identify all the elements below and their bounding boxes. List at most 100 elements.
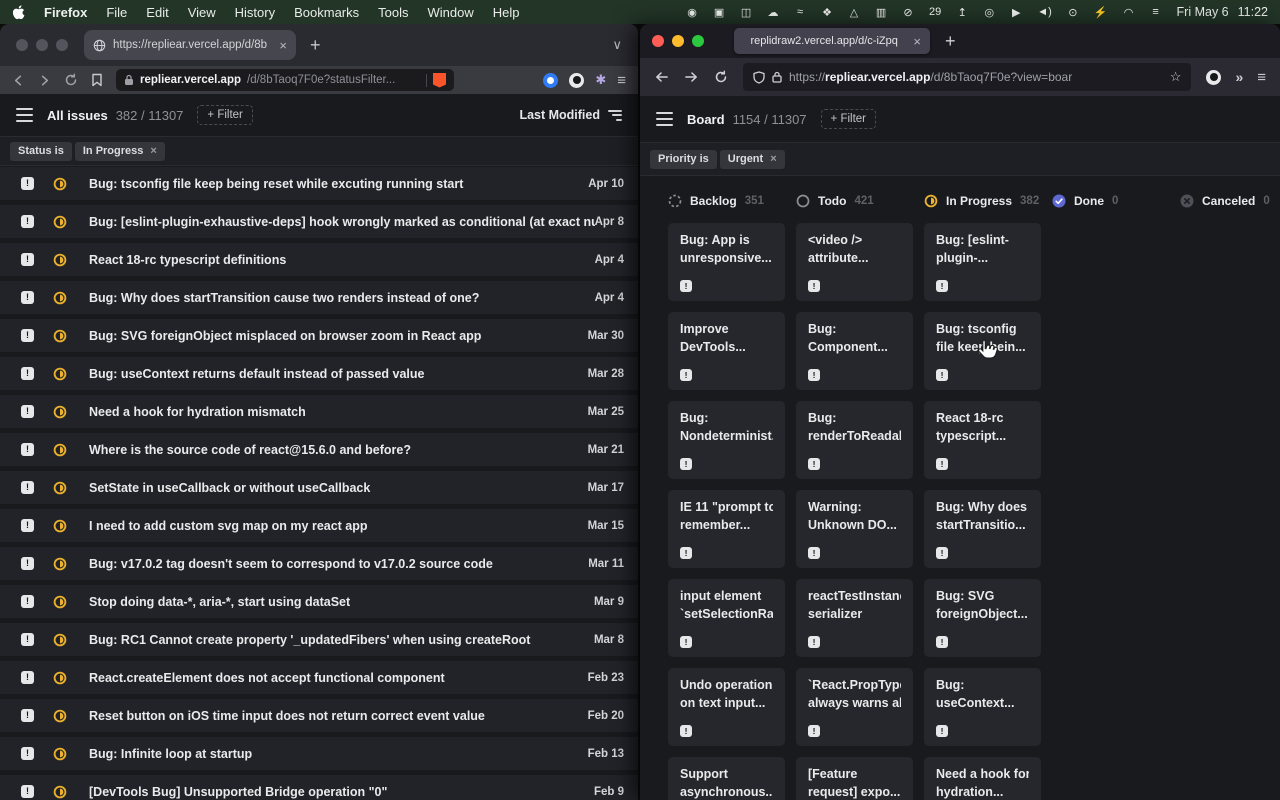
minimize-window-button[interactable] [672, 35, 684, 47]
power-icon[interactable]: ◎ [983, 6, 995, 19]
display-icon[interactable]: ▣ [713, 6, 725, 19]
status-in-progress-icon[interactable] [53, 747, 67, 761]
priority-urgent-icon[interactable]: ! [936, 547, 948, 559]
issue-card[interactable]: Support asynchronous... ! [668, 757, 785, 800]
issue-row[interactable]: ! [DevTools Bug] Unsupported Bridge oper… [0, 775, 638, 800]
issue-card[interactable]: reactTestInstanc serializer ! [796, 579, 913, 657]
sidebar-menu-icon[interactable] [656, 112, 673, 126]
priority-urgent-icon[interactable]: ! [808, 725, 820, 737]
issue-row[interactable]: ! Bug: v17.0.2 tag doesn't seem to corre… [0, 547, 638, 580]
tracking-shield-icon[interactable] [753, 71, 765, 84]
menu-item[interactable]: History [235, 5, 275, 20]
overflow-menu-icon[interactable]: » [1235, 69, 1243, 85]
status-in-progress-icon[interactable] [53, 709, 67, 723]
back-button[interactable] [12, 74, 25, 87]
close-window-button[interactable] [652, 35, 664, 47]
timer-icon[interactable]: ⊘ [902, 6, 914, 19]
filter-value-chip[interactable]: Urgent × [720, 150, 785, 169]
issue-row[interactable]: ! Where is the source code of react@15.6… [0, 433, 638, 466]
priority-urgent-icon[interactable]: ! [936, 369, 948, 381]
play-box-icon[interactable]: △ [848, 6, 860, 19]
issue-row[interactable]: ! Bug: SVG foreignObject misplaced on br… [0, 319, 638, 352]
cloud-icon[interactable]: ☁ [767, 6, 779, 19]
battery-icon[interactable]: ⚡ [1094, 6, 1108, 19]
issue-row[interactable]: ! Reset button on iOS time input does no… [0, 699, 638, 732]
priority-urgent-icon[interactable]: ! [680, 280, 692, 292]
new-tab-button[interactable]: + [310, 36, 321, 54]
person-icon[interactable]: ⊙ [1067, 6, 1079, 19]
menu-item[interactable]: Help [493, 5, 520, 20]
priority-urgent-icon[interactable]: ! [21, 519, 34, 532]
priority-urgent-icon[interactable]: ! [808, 280, 820, 292]
window-controls[interactable] [652, 35, 704, 47]
status-in-progress-icon[interactable] [53, 785, 67, 799]
status-in-progress-icon[interactable] [53, 557, 67, 571]
priority-urgent-icon[interactable]: ! [21, 671, 34, 684]
status-in-progress-icon[interactable] [53, 633, 67, 647]
apple-menu-icon[interactable] [12, 5, 25, 20]
reload-button[interactable] [64, 73, 78, 87]
issue-row[interactable]: ! Bug: [eslint-plugin-exhaustive-deps] h… [0, 205, 638, 238]
new-tab-button[interactable]: + [945, 32, 956, 50]
priority-urgent-icon[interactable]: ! [936, 280, 948, 292]
issue-row[interactable]: ! Bug: Infinite loop at startup Feb 13 [0, 737, 638, 770]
brave-shield-icon[interactable] [433, 73, 446, 88]
priority-urgent-icon[interactable]: ! [936, 636, 948, 648]
issue-row[interactable]: ! React 18-rc typescript definitions Apr… [0, 243, 638, 276]
bookmark-star-icon[interactable]: ☆ [1170, 69, 1182, 85]
menu-item[interactable]: Window [428, 5, 474, 20]
issue-row[interactable]: ! Bug: RC1 Cannot create property '_upda… [0, 623, 638, 656]
priority-urgent-icon[interactable]: ! [936, 725, 948, 737]
priority-urgent-icon[interactable]: ! [21, 633, 34, 646]
priority-urgent-icon[interactable]: ! [680, 725, 692, 737]
priority-urgent-icon[interactable]: ! [808, 547, 820, 559]
issue-card[interactable]: React 18-rc typescript... ! [924, 401, 1041, 479]
play-circle-icon[interactable]: ▶ [1010, 6, 1022, 19]
tab-close-icon[interactable]: × [913, 35, 921, 48]
password-extension-icon[interactable] [543, 73, 558, 88]
issue-row[interactable]: ! React.createElement does not accept fu… [0, 661, 638, 694]
lock-icon[interactable] [772, 71, 782, 83]
issue-card[interactable]: `React.PropType always warns ab ! [796, 668, 913, 746]
add-filter-button[interactable]: + Filter [821, 109, 876, 129]
upload-icon[interactable]: ↥ [956, 6, 968, 19]
sort-icon[interactable] [608, 110, 622, 121]
issue-card[interactable]: Bug: App is unresponsive... ! [668, 223, 785, 301]
priority-urgent-icon[interactable]: ! [21, 785, 34, 798]
wifi-icon[interactable]: ◠ [1123, 6, 1135, 19]
filter-field-chip[interactable]: Status is [10, 142, 72, 161]
priority-urgent-icon[interactable]: ! [21, 595, 34, 608]
priority-urgent-icon[interactable]: ! [680, 547, 692, 559]
issue-card[interactable]: IE 11 "prompt to remember... ! [668, 490, 785, 568]
priority-urgent-icon[interactable]: ! [808, 369, 820, 381]
calendar-icon[interactable]: 29 [929, 6, 941, 18]
add-filter-button[interactable]: + Filter [197, 105, 252, 125]
extensions-icon[interactable]: ✱ [595, 72, 606, 88]
priority-urgent-icon[interactable]: ! [21, 557, 34, 570]
github-extension-icon[interactable] [569, 73, 584, 88]
status-in-progress-icon[interactable] [53, 253, 67, 267]
priority-urgent-icon[interactable]: ! [21, 329, 34, 342]
status-in-progress-icon[interactable] [53, 215, 67, 229]
filter-field-chip[interactable]: Priority is [650, 150, 717, 169]
address-bar[interactable]: https:// repliear.vercel.app /d/8bTaoq7F… [743, 63, 1191, 91]
bookmark-icon[interactable] [91, 73, 103, 87]
priority-urgent-icon[interactable]: ! [680, 458, 692, 470]
priority-urgent-icon[interactable]: ! [21, 253, 34, 266]
sidebar-menu-icon[interactable] [16, 108, 33, 122]
camera-flip-icon[interactable]: ◫ [740, 6, 752, 19]
status-in-progress-icon[interactable] [53, 405, 67, 419]
priority-urgent-icon[interactable]: ! [21, 177, 34, 190]
github-extension-icon[interactable] [1206, 70, 1221, 85]
status-in-progress-icon[interactable] [53, 291, 67, 305]
issue-row[interactable]: ! Bug: Why does startTransition cause tw… [0, 281, 638, 314]
menubar-app-name[interactable]: Firefox [44, 5, 87, 20]
priority-urgent-icon[interactable]: ! [680, 636, 692, 648]
issue-card[interactable]: <video /> attribute... ! [796, 223, 913, 301]
issue-card[interactable]: [Feature request] expo... ! [796, 757, 913, 800]
menu-item[interactable]: Bookmarks [294, 5, 359, 20]
priority-urgent-icon[interactable]: ! [808, 458, 820, 470]
status-in-progress-icon[interactable] [53, 671, 67, 685]
priority-urgent-icon[interactable]: ! [808, 636, 820, 648]
remove-filter-icon[interactable]: × [770, 153, 776, 165]
